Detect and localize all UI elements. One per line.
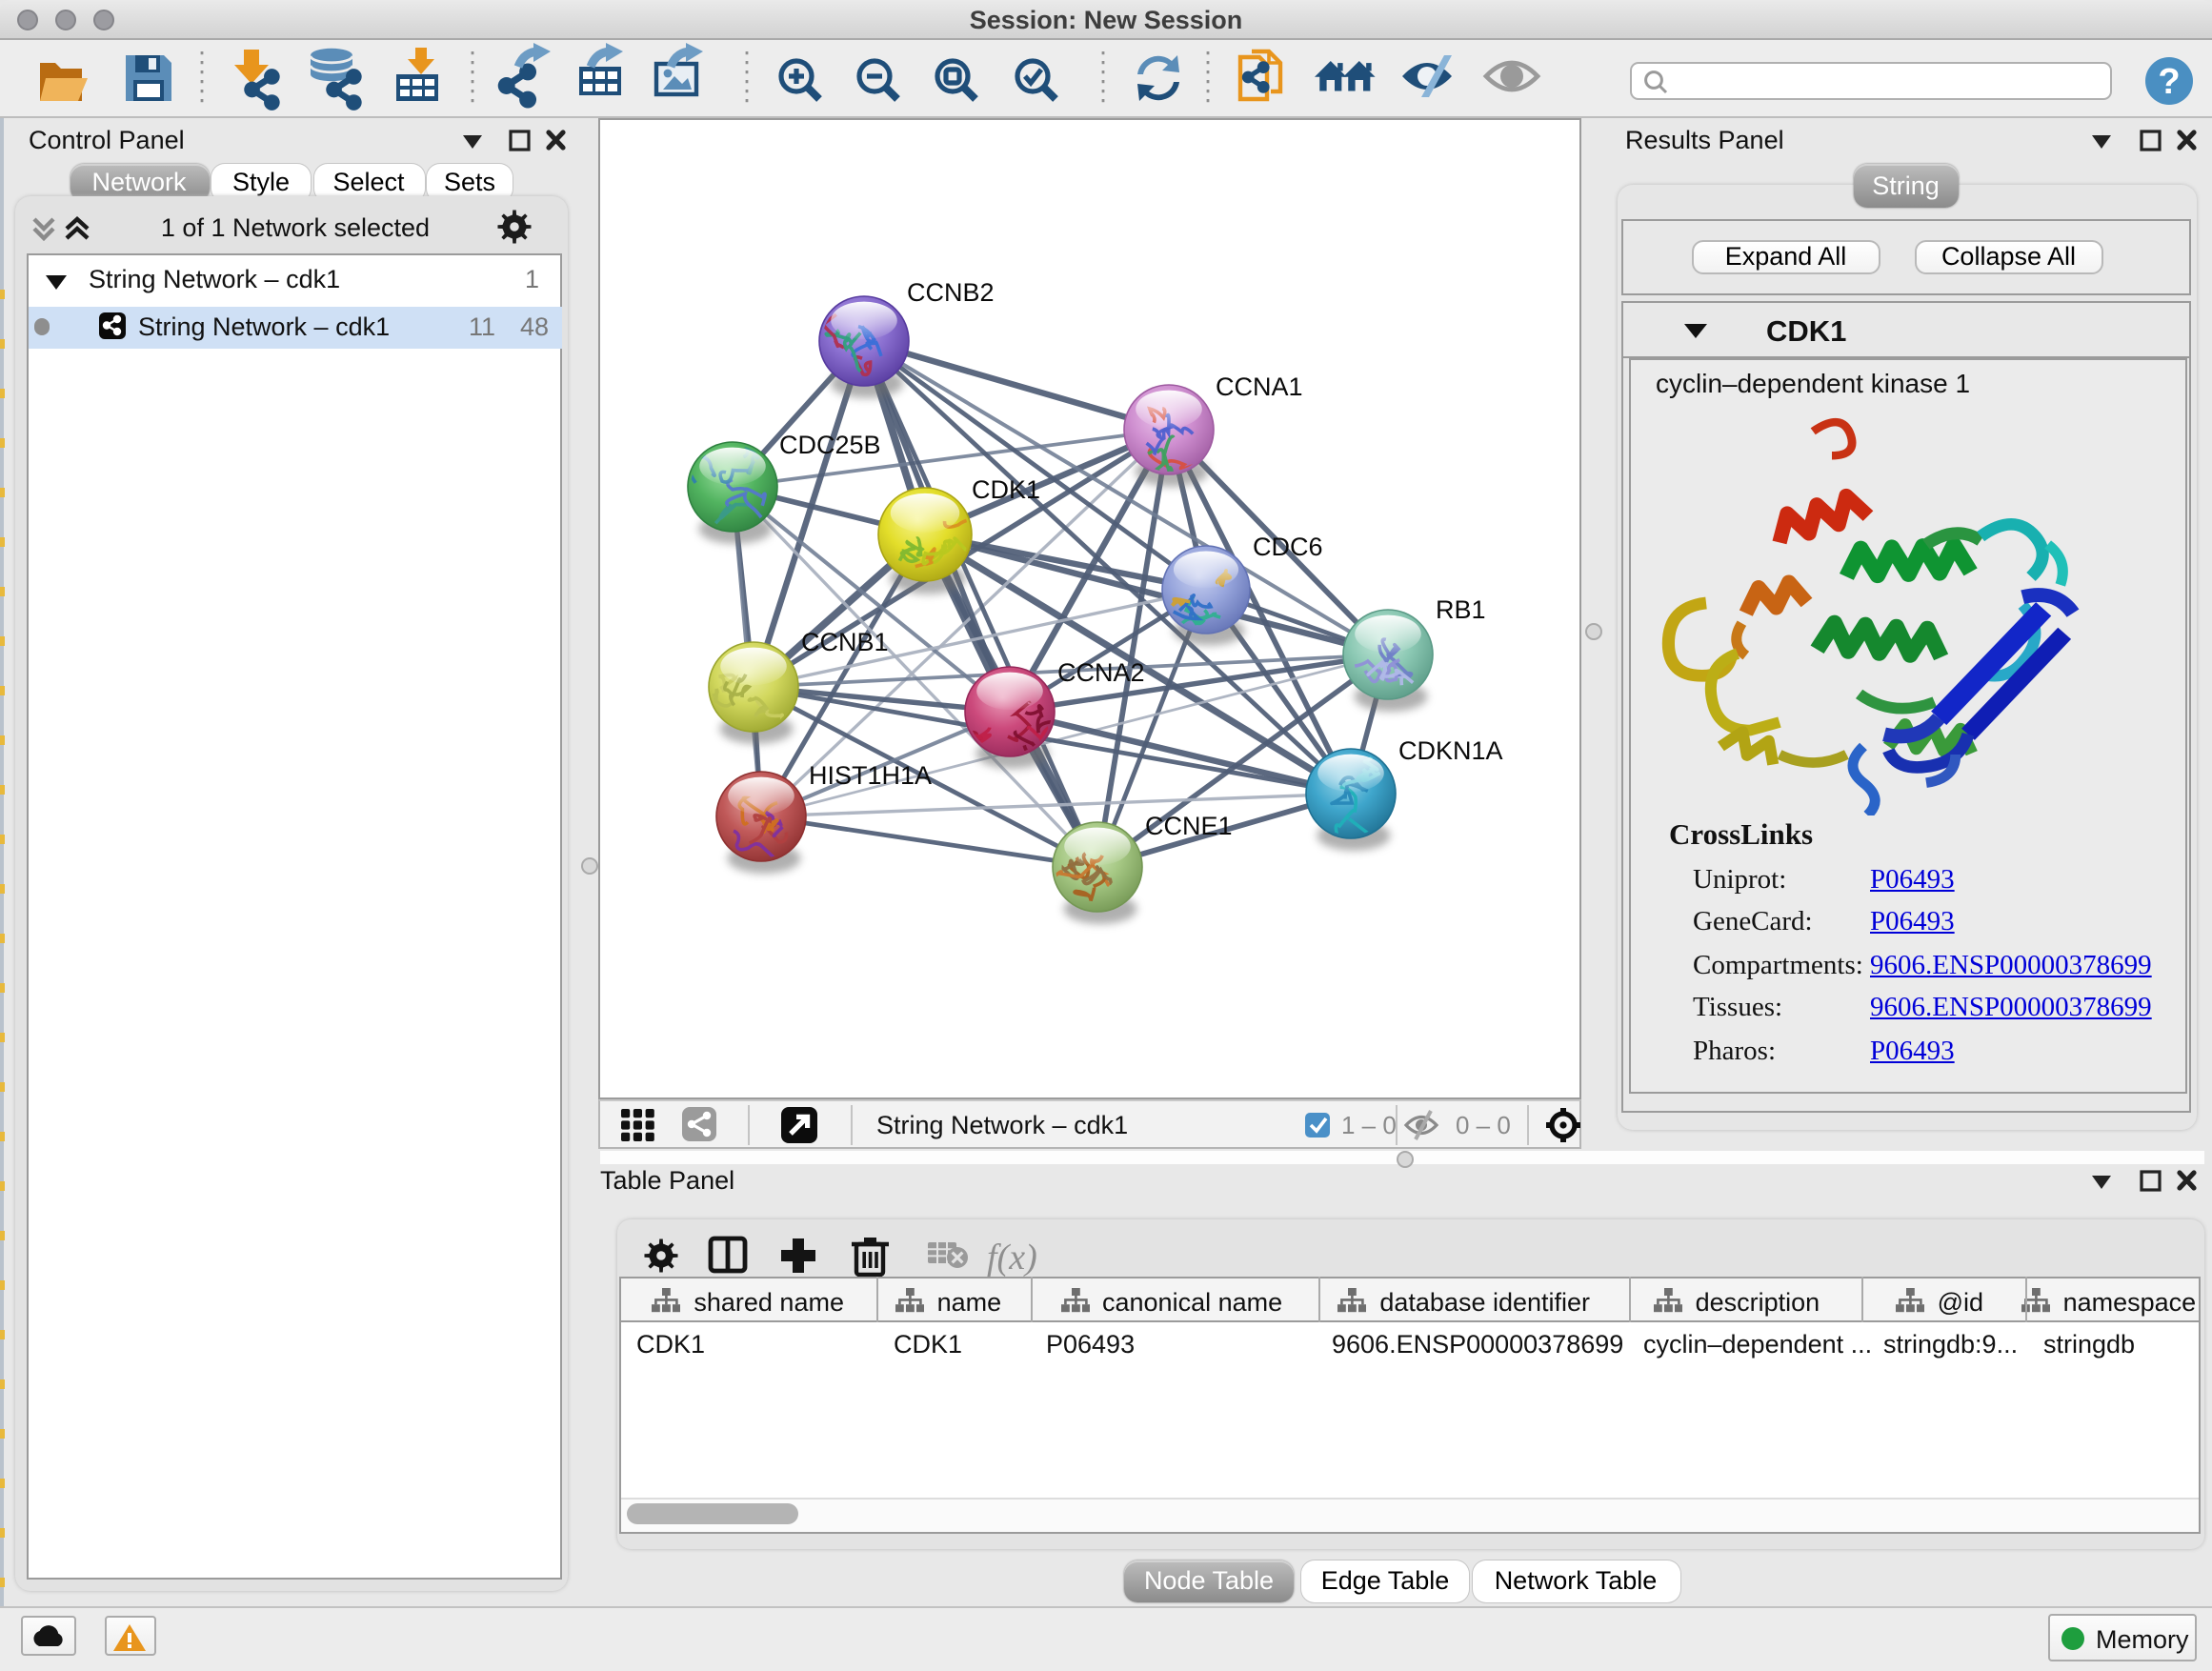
svg-text:CCNE1: CCNE1 [1144, 811, 1232, 839]
svg-text:CCNA2: CCNA2 [1056, 657, 1144, 686]
svg-text:CCNB2: CCNB2 [906, 277, 994, 306]
svg-text:CDC6: CDC6 [1252, 532, 1322, 560]
svg-text:CDK1: CDK1 [971, 474, 1039, 503]
svg-text:CDC25B: CDC25B [778, 430, 880, 458]
svg-text:CDKN1A: CDKN1A [1398, 735, 1502, 764]
svg-text:0 – 0: 0 – 0 [1455, 1110, 1510, 1138]
svg-text:?: ? [2158, 62, 2180, 102]
svg-text:HIST1H1A: HIST1H1A [808, 760, 931, 789]
svg-text:f(x): f(x) [987, 1238, 1037, 1278]
svg-text:String Network – cdk1: String Network – cdk1 [875, 1110, 1127, 1138]
svg-text:1 – 0: 1 – 0 [1340, 1110, 1396, 1138]
svg-text:CCNB1: CCNB1 [800, 627, 888, 655]
svg-text:RB1: RB1 [1435, 594, 1485, 623]
svg-text:CCNA1: CCNA1 [1215, 372, 1302, 400]
